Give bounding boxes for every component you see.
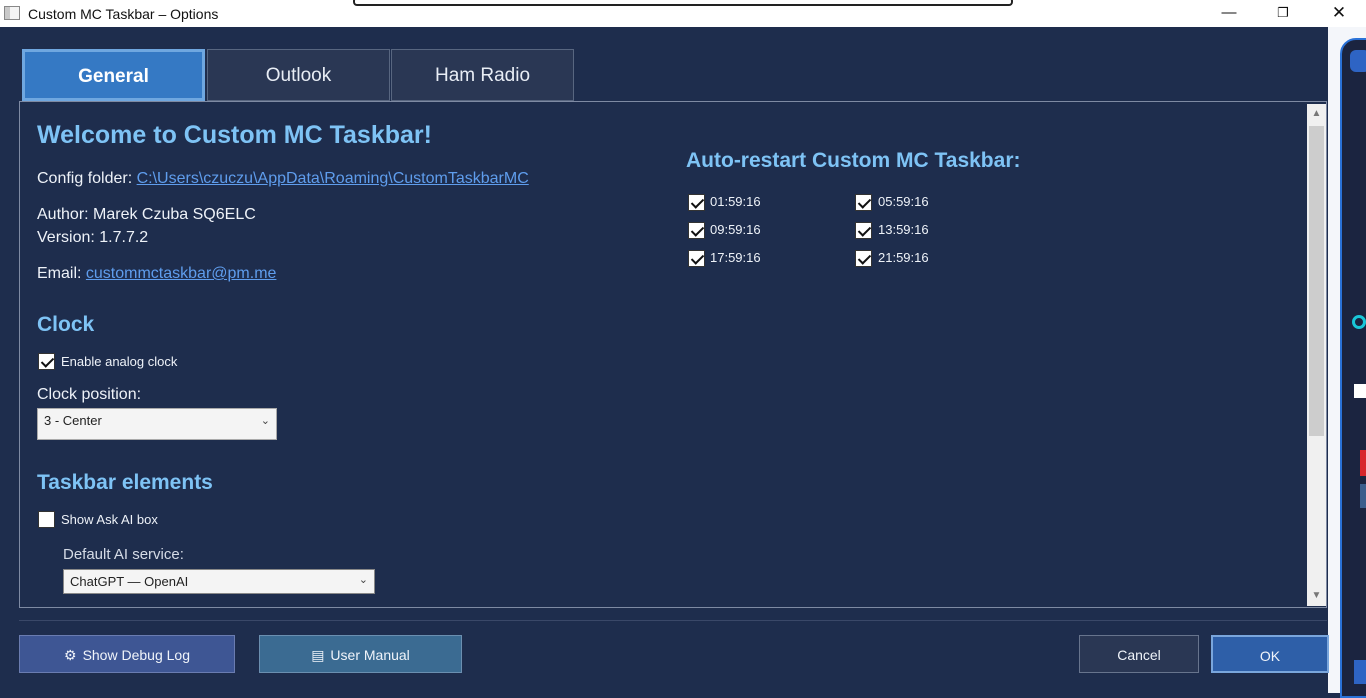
restart-time-checkbox[interactable] [688, 194, 705, 211]
scroll-up-button[interactable]: ▲ [1307, 104, 1326, 124]
restart-time-label: 09:59:16 [710, 222, 761, 237]
footer-divider [19, 620, 1327, 621]
clock-position-value: 3 - Center [44, 413, 102, 428]
maximize-button[interactable]: ❐ [1256, 0, 1310, 27]
email-link[interactable]: custommctaskbar@pm.me [86, 265, 277, 282]
chevron-down-icon: ⌄ [260, 415, 270, 427]
user-manual-button[interactable]: ▤ User Manual [259, 635, 462, 673]
welcome-heading: Welcome to Custom MC Taskbar! [37, 121, 432, 149]
clock-position-select[interactable]: 3 - Center ⌄ [37, 408, 277, 440]
show-debug-log-label: Show Debug Log [82, 647, 190, 663]
email-row: Email: custommctaskbar@pm.me [37, 265, 276, 283]
background-panel-red-marker [1360, 450, 1366, 476]
auto-restart-heading: Auto-restart Custom MC Taskbar: [686, 149, 1021, 172]
restart-time-checkbox[interactable] [688, 250, 705, 267]
config-folder-row: Config folder: C:\Users\czuczu\AppData\R… [37, 170, 529, 188]
show-ask-ai-label: Show Ask AI box [61, 512, 158, 527]
minimize-button[interactable]: — [1202, 0, 1256, 27]
restart-time-checkbox[interactable] [855, 222, 872, 239]
restart-time-checkbox[interactable] [688, 222, 705, 239]
default-ai-service-value: ChatGPT — OpenAI [70, 574, 189, 589]
background-panel [1340, 38, 1366, 698]
background-panel-box [1354, 384, 1366, 398]
scroll-thumb[interactable] [1309, 126, 1324, 436]
vertical-scrollbar[interactable]: ▲ ▼ [1307, 104, 1326, 606]
restart-time-label: 17:59:16 [710, 250, 761, 265]
enable-analog-clock-label: Enable analog clock [61, 354, 178, 369]
config-folder-link[interactable]: C:\Users\czuczu\AppData\Roaming\CustomTa… [137, 170, 529, 187]
ok-button[interactable]: OK [1211, 635, 1329, 673]
restart-time-label: 21:59:16 [878, 250, 929, 265]
author-text: Author: Marek Czuba SQ6ELC [37, 206, 256, 223]
title-bar: Custom MC Taskbar – Options — ❐ ✕ [0, 0, 1366, 27]
cancel-button[interactable]: Cancel [1079, 635, 1199, 673]
scroll-down-button[interactable]: ▼ [1307, 586, 1326, 606]
enable-analog-clock-checkbox[interactable] [38, 353, 55, 370]
restart-time-label: 05:59:16 [878, 194, 929, 209]
tab-ham-radio[interactable]: Ham Radio [391, 49, 574, 101]
user-manual-label: User Manual [330, 647, 410, 663]
background-panel-indicator [1352, 315, 1366, 329]
version-text: Version: 1.7.7.2 [37, 229, 149, 246]
default-ai-service-select[interactable]: ChatGPT — OpenAI ⌄ [63, 569, 375, 594]
restart-time-checkbox[interactable] [855, 194, 872, 211]
document-icon: ▤ [311, 647, 325, 663]
restart-time-checkbox[interactable] [855, 250, 872, 267]
window-title: Custom MC Taskbar – Options [28, 6, 219, 22]
show-debug-log-button[interactable]: ⚙ Show Debug Log [19, 635, 235, 673]
title-bar-overlay [353, 0, 1013, 6]
background-panel-button [1350, 50, 1366, 72]
background-panel-blue-marker [1360, 484, 1366, 508]
gear-icon: ⚙ [64, 647, 77, 663]
config-folder-label: Config folder: [37, 170, 137, 187]
background-panel-bottom-marker [1354, 660, 1366, 684]
restart-time-label: 13:59:16 [878, 222, 929, 237]
tab-general[interactable]: General [22, 49, 205, 101]
show-ask-ai-checkbox[interactable] [38, 511, 55, 528]
close-button[interactable]: ✕ [1312, 0, 1366, 27]
default-ai-service-label: Default AI service: [63, 546, 184, 563]
chevron-down-icon: ⌄ [358, 574, 368, 586]
email-label: Email: [37, 265, 86, 282]
tab-outlook[interactable]: Outlook [207, 49, 390, 101]
clock-heading: Clock [37, 313, 95, 336]
clock-position-label: Clock position: [37, 386, 142, 403]
taskbar-elements-heading: Taskbar elements [37, 471, 213, 494]
app-icon [4, 6, 20, 20]
restart-time-label: 01:59:16 [710, 194, 761, 209]
